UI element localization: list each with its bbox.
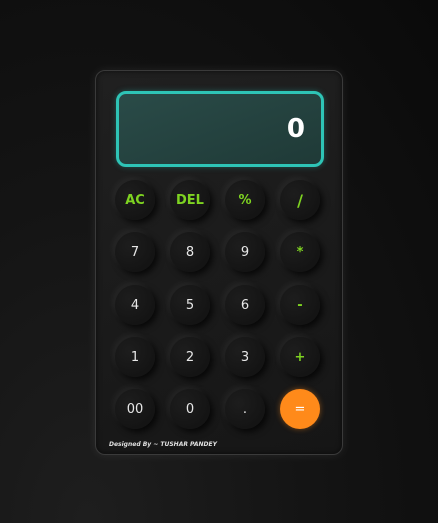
delete-button[interactable]: DEL <box>170 180 210 220</box>
digit-5-button[interactable]: 5 <box>170 285 210 325</box>
digit-4-button[interactable]: 4 <box>115 285 155 325</box>
double-zero-button[interactable]: 00 <box>115 389 155 429</box>
digit-1-button[interactable]: 1 <box>115 337 155 377</box>
minus-button[interactable]: - <box>280 285 320 325</box>
digit-9-button[interactable]: 9 <box>225 232 265 272</box>
designer-credit: Designed By ~ TUSHAR PANDEY <box>109 441 217 448</box>
plus-button[interactable]: + <box>280 337 320 377</box>
digit-7-button[interactable]: 7 <box>115 232 155 272</box>
multiply-button[interactable]: * <box>280 232 320 272</box>
digit-2-button[interactable]: 2 <box>170 337 210 377</box>
digit-6-button[interactable]: 6 <box>225 285 265 325</box>
digit-3-button[interactable]: 3 <box>225 337 265 377</box>
equals-button[interactable]: = <box>280 389 320 429</box>
digit-0-button[interactable]: 0 <box>170 389 210 429</box>
clear-button[interactable]: AC <box>115 180 155 220</box>
keypad: AC DEL % / 7 8 9 * 4 5 6 - 1 2 3 + 00 0 … <box>96 71 342 454</box>
digit-8-button[interactable]: 8 <box>170 232 210 272</box>
decimal-point-button[interactable]: . <box>225 389 265 429</box>
percent-button[interactable]: % <box>225 180 265 220</box>
divide-button[interactable]: / <box>280 180 320 220</box>
calculator: 0 AC DEL % / 7 8 9 * 4 5 6 - 1 2 3 + 00 … <box>95 70 343 455</box>
